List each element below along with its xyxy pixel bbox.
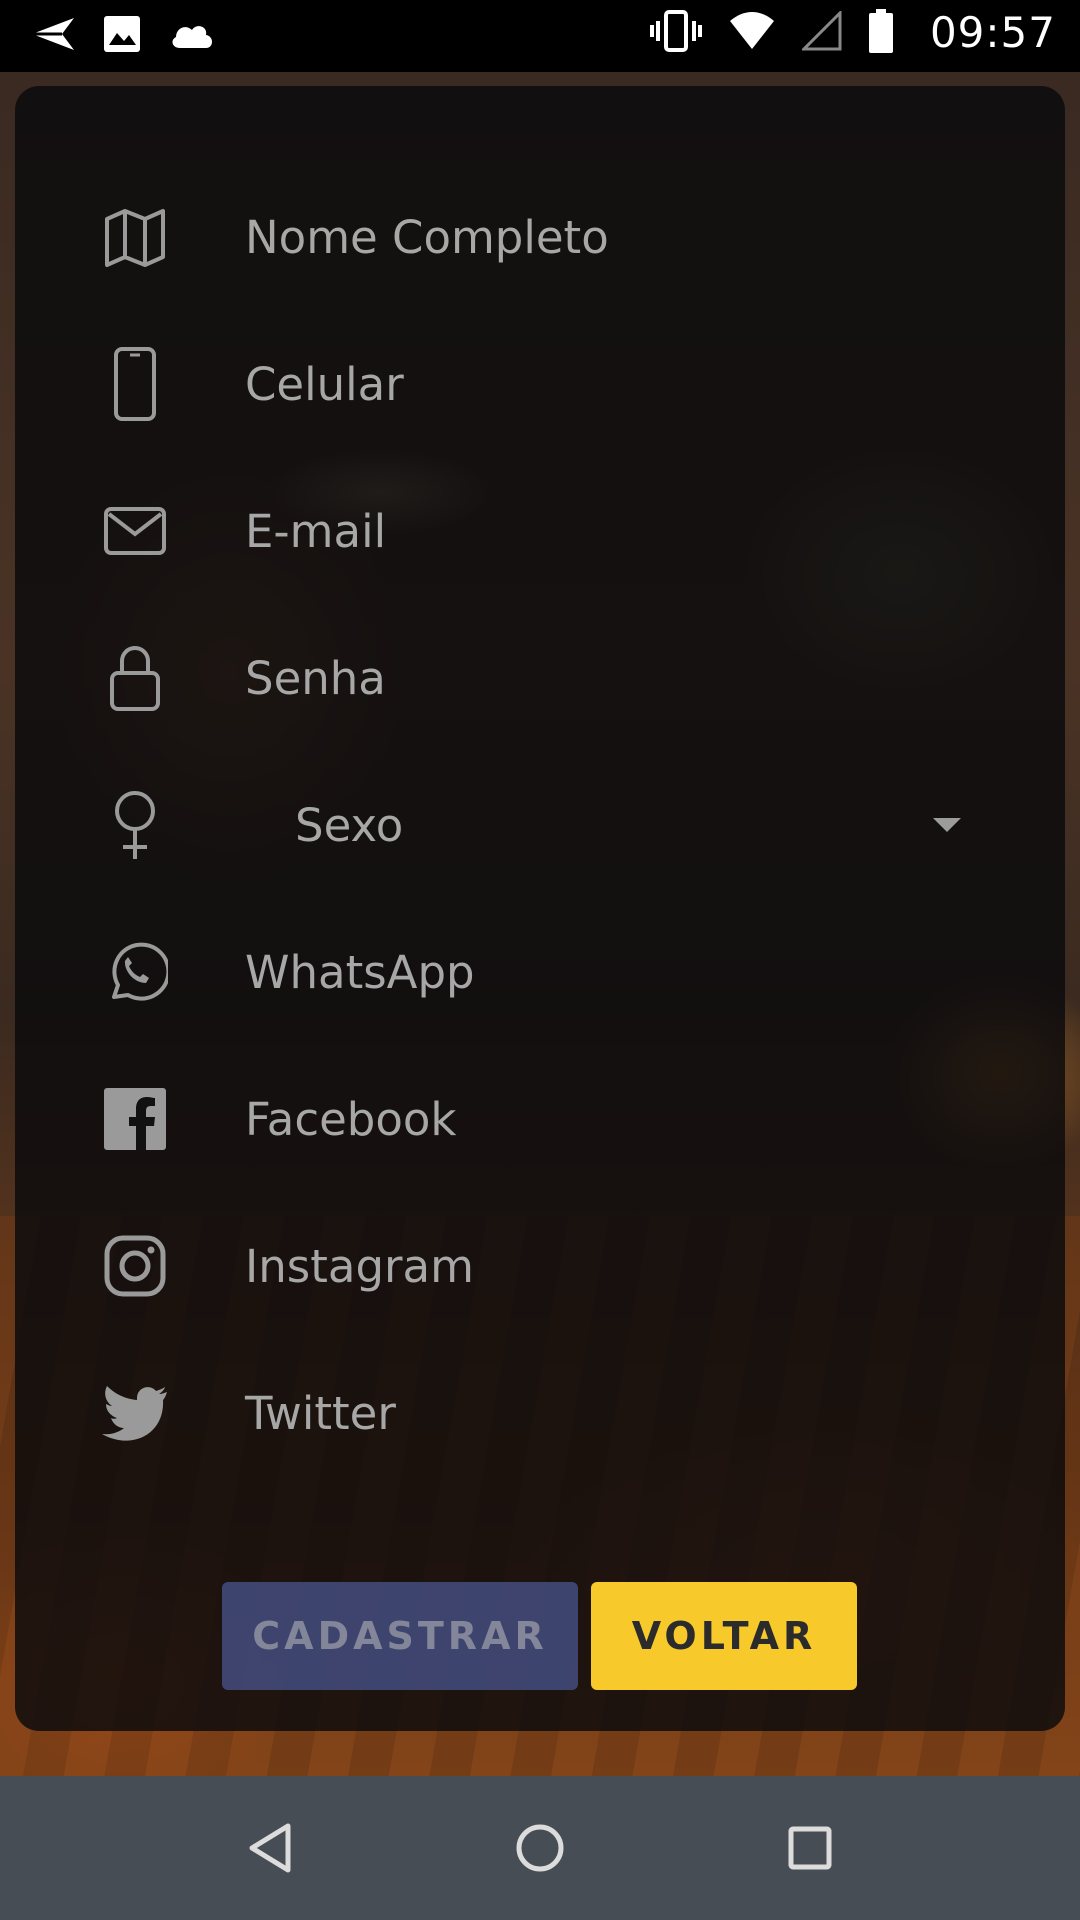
home-icon[interactable] bbox=[504, 1812, 576, 1884]
status-bar: 09:57 bbox=[0, 0, 1080, 72]
phone-field[interactable]: Celular bbox=[95, 334, 975, 434]
female-icon bbox=[95, 785, 175, 865]
gender-selected-value: Sexo bbox=[295, 798, 404, 852]
twitter-icon bbox=[95, 1373, 175, 1453]
back-button[interactable]: VOLTAR bbox=[591, 1582, 857, 1690]
lock-icon bbox=[95, 638, 175, 718]
recents-icon[interactable] bbox=[774, 1812, 846, 1884]
register-panel: Nome Completo Celular E-mail Senha Sexo bbox=[15, 86, 1065, 1731]
gender-select[interactable]: Sexo bbox=[95, 775, 975, 875]
cloud-icon bbox=[168, 18, 216, 54]
send-icon bbox=[28, 12, 76, 60]
wifi-icon bbox=[728, 11, 776, 55]
back-icon[interactable] bbox=[234, 1812, 306, 1884]
clock: 09:57 bbox=[929, 8, 1056, 57]
facebook-field[interactable]: Facebook bbox=[95, 1069, 975, 1169]
email-icon bbox=[95, 491, 175, 571]
twitter-field[interactable]: Twitter bbox=[95, 1363, 975, 1463]
cell-signal-icon bbox=[800, 8, 842, 55]
instagram-icon bbox=[95, 1226, 175, 1306]
vibrate-icon bbox=[649, 9, 702, 57]
whatsapp-icon bbox=[95, 932, 175, 1012]
email-field[interactable]: E-mail bbox=[95, 481, 975, 581]
facebook-icon bbox=[95, 1079, 175, 1159]
navigation-bar bbox=[0, 1776, 1080, 1920]
password-field[interactable]: Senha bbox=[95, 628, 975, 728]
name-field[interactable]: Nome Completo bbox=[95, 187, 975, 287]
register-button[interactable]: CADASTRAR bbox=[222, 1582, 578, 1690]
chevron-down-icon[interactable] bbox=[933, 818, 961, 832]
whatsapp-field[interactable]: WhatsApp bbox=[95, 922, 975, 1022]
map-icon bbox=[95, 197, 175, 277]
battery-icon bbox=[868, 8, 894, 57]
instagram-field[interactable]: Instagram bbox=[95, 1216, 975, 1316]
phone-icon bbox=[95, 344, 175, 424]
image-icon bbox=[102, 14, 142, 58]
